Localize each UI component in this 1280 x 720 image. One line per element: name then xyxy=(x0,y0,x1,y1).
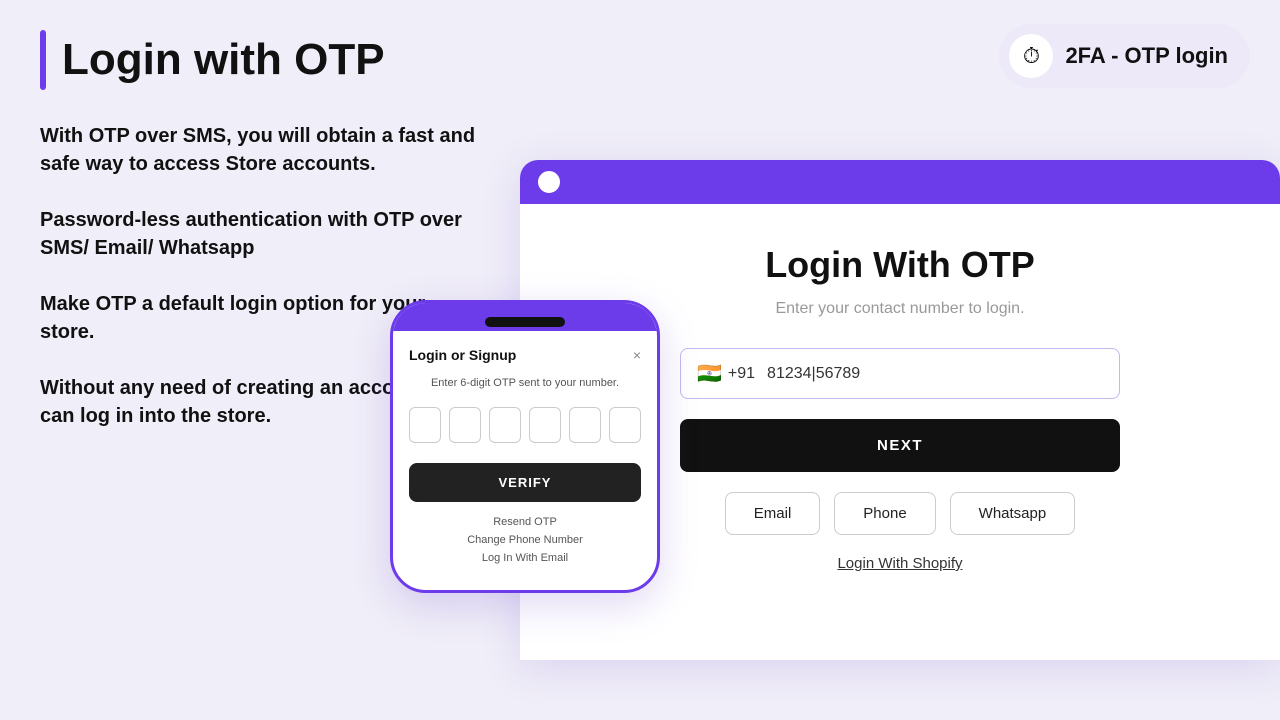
page-title-wrapper: Login with OTP xyxy=(40,30,480,90)
title-accent-bar xyxy=(40,30,46,90)
country-code: 🇮🇳 +91 xyxy=(697,361,755,386)
phone-option-button[interactable]: Phone xyxy=(834,492,935,535)
feature-text-1: With OTP over SMS, you will obtain a fas… xyxy=(40,122,480,178)
phone-input-field[interactable]: 🇮🇳 +91 81234|56789 xyxy=(680,348,1120,399)
next-button[interactable]: NEXT xyxy=(680,419,1120,472)
app-badge-icon: ⏱ xyxy=(1009,34,1053,78)
modal-subtitle: Enter 6-digit OTP sent to your number. xyxy=(409,377,641,389)
log-in-email-link[interactable]: Log In With Email xyxy=(409,552,641,564)
otp-box-5[interactable] xyxy=(569,407,601,443)
app-badge-label: 2FA - OTP login xyxy=(1065,43,1228,69)
dial-code: +91 xyxy=(728,365,755,383)
flag-icon: 🇮🇳 xyxy=(697,361,722,386)
verify-button[interactable]: VERIFY xyxy=(409,463,641,502)
phone-links: Resend OTP Change Phone Number Log In Wi… xyxy=(409,516,641,564)
browser-login-title: Login With OTP xyxy=(765,244,1035,286)
page-title: Login with OTP xyxy=(62,36,385,84)
otp-box-6[interactable] xyxy=(609,407,641,443)
otp-input-group[interactable] xyxy=(409,407,641,443)
feature-text-2: Password-less authentication with OTP ov… xyxy=(40,206,480,262)
email-option-button[interactable]: Email xyxy=(725,492,821,535)
phone-mockup: Login or Signup × Enter 6-digit OTP sent… xyxy=(390,300,660,593)
browser-camera-icon xyxy=(538,171,560,193)
modal-header: Login or Signup × xyxy=(409,347,641,363)
otp-box-3[interactable] xyxy=(489,407,521,443)
app-badge: ⏱ 2FA - OTP login xyxy=(999,24,1250,88)
phone-content: Login or Signup × Enter 6-digit OTP sent… xyxy=(393,331,657,590)
phone-number-value: 81234|56789 xyxy=(767,365,1103,383)
shopify-login-link[interactable]: Login With Shopify xyxy=(837,555,962,572)
browser-login-subtitle: Enter your contact number to login. xyxy=(775,300,1024,318)
resend-otp-link[interactable]: Resend OTP xyxy=(409,516,641,528)
otp-box-4[interactable] xyxy=(529,407,561,443)
modal-title: Login or Signup xyxy=(409,347,516,363)
otp-box-1[interactable] xyxy=(409,407,441,443)
whatsapp-option-button[interactable]: Whatsapp xyxy=(950,492,1076,535)
notch-bar xyxy=(485,317,565,327)
browser-bar xyxy=(520,160,1280,204)
login-options: Email Phone Whatsapp xyxy=(725,492,1075,535)
modal-close-button[interactable]: × xyxy=(633,347,641,363)
change-phone-link[interactable]: Change Phone Number xyxy=(409,534,641,546)
phone-notch xyxy=(393,303,657,331)
otp-box-2[interactable] xyxy=(449,407,481,443)
